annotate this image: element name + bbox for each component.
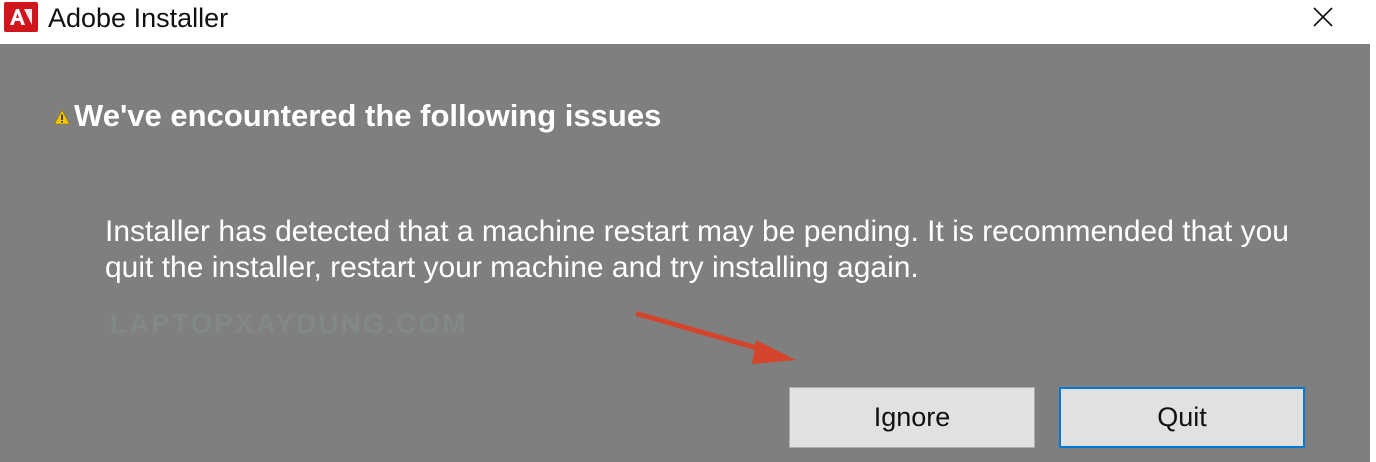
title-bar: Adobe Installer bbox=[0, 0, 1370, 44]
close-button[interactable] bbox=[1294, 0, 1352, 34]
issue-message: Installer has detected that a machine re… bbox=[105, 215, 1289, 284]
window-frame-edge bbox=[1370, 0, 1376, 462]
close-icon bbox=[1313, 7, 1333, 27]
warning-icon bbox=[54, 109, 70, 125]
quit-button[interactable]: Quit bbox=[1059, 387, 1305, 448]
ignore-button[interactable]: Ignore bbox=[789, 387, 1035, 448]
watermark-text: LAPTOPXAYDUNG.COM bbox=[110, 308, 468, 339]
heading-text: We've encountered the following issues bbox=[74, 98, 662, 133]
installer-window: Adobe Installer We've encountered the fo… bbox=[0, 0, 1376, 462]
annotation-arrow bbox=[635, 311, 796, 364]
adobe-logo-icon bbox=[4, 2, 38, 32]
window-title: Adobe Installer bbox=[48, 3, 229, 33]
issues-heading: We've encountered the following issues bbox=[54, 98, 661, 134]
dialog-content: We've encountered the following issues I… bbox=[0, 44, 1370, 462]
